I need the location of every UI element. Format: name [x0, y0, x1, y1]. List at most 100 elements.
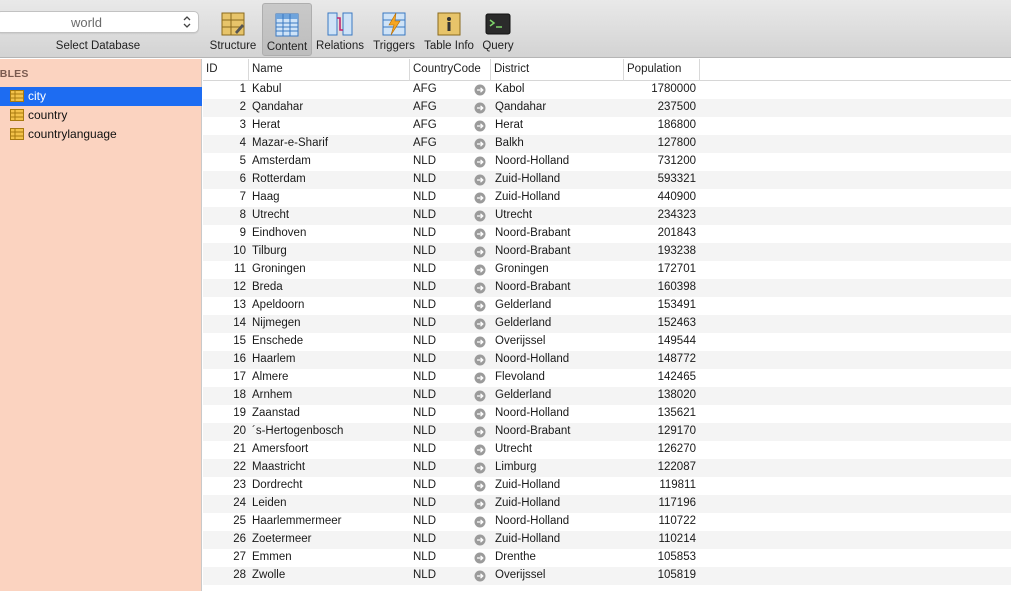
- table-info-button[interactable]: Table Info: [421, 3, 477, 56]
- cell-population[interactable]: 117196: [625, 497, 696, 509]
- cell-id[interactable]: 27: [203, 551, 246, 563]
- foreign-key-arrow-icon[interactable]: [474, 498, 486, 510]
- cell-name[interactable]: Breda: [252, 281, 283, 293]
- cell-district[interactable]: Limburg: [495, 461, 537, 473]
- foreign-key-arrow-icon[interactable]: [474, 570, 486, 582]
- cell-id[interactable]: 1: [203, 83, 246, 95]
- cell-countrycode[interactable]: NLD: [413, 569, 436, 581]
- cell-district[interactable]: Gelderland: [495, 299, 551, 311]
- cell-district[interactable]: Overijssel: [495, 569, 545, 581]
- cell-name[interactable]: Apeldoorn: [252, 299, 304, 311]
- cell-district[interactable]: Noord-Brabant: [495, 281, 570, 293]
- cell-id[interactable]: 4: [203, 137, 246, 149]
- content-button[interactable]: Content: [262, 3, 312, 56]
- table-row[interactable]: 21 Amersfoort NLD Utrecht 126270: [203, 441, 1011, 459]
- database-select[interactable]: world: [0, 11, 199, 33]
- cell-name[interactable]: Eindhoven: [252, 227, 306, 239]
- cell-district[interactable]: Qandahar: [495, 101, 546, 113]
- cell-population[interactable]: 152463: [625, 317, 696, 329]
- structure-button[interactable]: Structure: [205, 3, 261, 56]
- foreign-key-arrow-icon[interactable]: [474, 462, 486, 474]
- cell-id[interactable]: 9: [203, 227, 246, 239]
- cell-district[interactable]: Zuid-Holland: [495, 497, 560, 509]
- cell-countrycode[interactable]: NLD: [413, 497, 436, 509]
- cell-id[interactable]: 8: [203, 209, 246, 221]
- table-row[interactable]: 28 Zwolle NLD Overijssel 105819: [203, 567, 1011, 585]
- cell-district[interactable]: Noord-Holland: [495, 353, 569, 365]
- cell-name[interactable]: Emmen: [252, 551, 292, 563]
- cell-countrycode[interactable]: NLD: [413, 551, 436, 563]
- cell-population[interactable]: 105819: [625, 569, 696, 581]
- foreign-key-arrow-icon[interactable]: [474, 264, 486, 276]
- cell-countrycode[interactable]: NLD: [413, 425, 436, 437]
- table-row[interactable]: 9 Eindhoven NLD Noord-Brabant 201843: [203, 225, 1011, 243]
- cell-district[interactable]: Noord-Brabant: [495, 425, 570, 437]
- cell-id[interactable]: 28: [203, 569, 246, 581]
- foreign-key-arrow-icon[interactable]: [474, 300, 486, 312]
- cell-id[interactable]: 22: [203, 461, 246, 473]
- cell-id[interactable]: 24: [203, 497, 246, 509]
- foreign-key-arrow-icon[interactable]: [474, 534, 486, 546]
- cell-countrycode[interactable]: NLD: [413, 173, 436, 185]
- cell-id[interactable]: 10: [203, 245, 246, 257]
- cell-id[interactable]: 3: [203, 119, 246, 131]
- cell-countrycode[interactable]: NLD: [413, 227, 436, 239]
- table-row[interactable]: 23 Dordrecht NLD Zuid-Holland 119811: [203, 477, 1011, 495]
- cell-id[interactable]: 13: [203, 299, 246, 311]
- cell-countrycode[interactable]: AFG: [413, 119, 437, 131]
- cell-district[interactable]: Zuid-Holland: [495, 191, 560, 203]
- cell-district[interactable]: Noord-Brabant: [495, 245, 570, 257]
- cell-id[interactable]: 6: [203, 173, 246, 185]
- table-row[interactable]: 17 Almere NLD Flevoland 142465: [203, 369, 1011, 387]
- cell-population[interactable]: 129170: [625, 425, 696, 437]
- table-row[interactable]: 4 Mazar-e-Sharif AFG Balkh 127800: [203, 135, 1011, 153]
- cell-name[interactable]: Tilburg: [252, 245, 287, 257]
- cell-population[interactable]: 138020: [625, 389, 696, 401]
- table-row[interactable]: 11 Groningen NLD Groningen 172701: [203, 261, 1011, 279]
- foreign-key-arrow-icon[interactable]: [474, 156, 486, 168]
- foreign-key-arrow-icon[interactable]: [474, 516, 486, 528]
- cell-district[interactable]: Zuid-Holland: [495, 479, 560, 491]
- cell-id[interactable]: 2: [203, 101, 246, 113]
- table-row[interactable]: 12 Breda NLD Noord-Brabant 160398: [203, 279, 1011, 297]
- cell-id[interactable]: 20: [203, 425, 246, 437]
- cell-population[interactable]: 142465: [625, 371, 696, 383]
- cell-population[interactable]: 127800: [625, 137, 696, 149]
- foreign-key-arrow-icon[interactable]: [474, 552, 486, 564]
- table-row[interactable]: 14 Nijmegen NLD Gelderland 152463: [203, 315, 1011, 333]
- foreign-key-arrow-icon[interactable]: [474, 138, 486, 150]
- table-row[interactable]: 25 Haarlemmermeer NLD Noord-Holland 110722: [203, 513, 1011, 531]
- foreign-key-arrow-icon[interactable]: [474, 120, 486, 132]
- foreign-key-arrow-icon[interactable]: [474, 480, 486, 492]
- cell-name[interactable]: Groningen: [252, 263, 306, 275]
- cell-id[interactable]: 14: [203, 317, 246, 329]
- column-header-countrycode[interactable]: CountryCode: [410, 59, 491, 81]
- foreign-key-arrow-icon[interactable]: [474, 174, 486, 186]
- cell-name[interactable]: Haarlem: [252, 353, 295, 365]
- cell-district[interactable]: Zuid-Holland: [495, 533, 560, 545]
- cell-population[interactable]: 201843: [625, 227, 696, 239]
- cell-countrycode[interactable]: NLD: [413, 479, 436, 491]
- cell-district[interactable]: Noord-Brabant: [495, 227, 570, 239]
- cell-name[interactable]: Zoetermeer: [252, 533, 311, 545]
- cell-countrycode[interactable]: AFG: [413, 101, 437, 113]
- cell-population[interactable]: 1780000: [625, 83, 696, 95]
- cell-countrycode[interactable]: NLD: [413, 299, 436, 311]
- foreign-key-arrow-icon[interactable]: [474, 408, 486, 420]
- table-row[interactable]: 10 Tilburg NLD Noord-Brabant 193238: [203, 243, 1011, 261]
- sidebar-item-city[interactable]: city: [0, 87, 202, 106]
- column-header-population[interactable]: Population: [624, 59, 700, 81]
- sidebar-item-countrylanguage[interactable]: countrylanguage: [0, 125, 202, 144]
- cell-countrycode[interactable]: NLD: [413, 389, 436, 401]
- cell-countrycode[interactable]: NLD: [413, 281, 436, 293]
- foreign-key-arrow-icon[interactable]: [474, 444, 486, 456]
- table-row[interactable]: 8 Utrecht NLD Utrecht 234323: [203, 207, 1011, 225]
- cell-name[interactable]: Maastricht: [252, 461, 305, 473]
- cell-district[interactable]: Gelderland: [495, 389, 551, 401]
- cell-name[interactable]: Arnhem: [252, 389, 292, 401]
- table-row[interactable]: 3 Herat AFG Herat 186800: [203, 117, 1011, 135]
- cell-countrycode[interactable]: NLD: [413, 461, 436, 473]
- foreign-key-arrow-icon[interactable]: [474, 318, 486, 330]
- cell-population[interactable]: 135621: [625, 407, 696, 419]
- cell-population[interactable]: 126270: [625, 443, 696, 455]
